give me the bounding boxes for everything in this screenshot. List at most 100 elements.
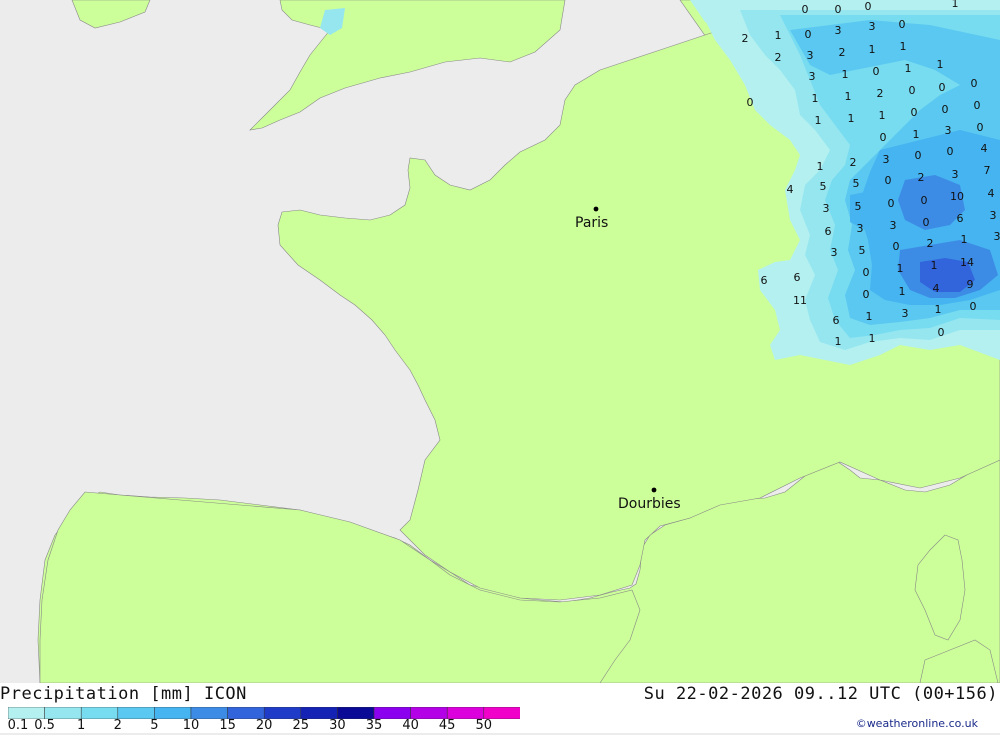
precip-value: 3 [990, 209, 997, 222]
precip-value: 1 [869, 43, 876, 56]
precip-value: 1 [842, 68, 849, 81]
precip-value: 0 [893, 240, 900, 253]
precip-value: 3 [945, 124, 952, 137]
precip-value: 0 [971, 77, 978, 90]
precip-value: 2 [850, 156, 857, 169]
precip-value: 0 [802, 3, 809, 16]
precip-value: 2 [918, 171, 925, 184]
precip-value: 1 [845, 90, 852, 103]
precip-value: 0 [939, 81, 946, 94]
precip-value: 0 [977, 121, 984, 134]
precip-value: 14 [960, 256, 974, 269]
precip-value: 1 [817, 160, 824, 173]
legend-tick-label: 10 [183, 719, 200, 733]
precip-value: 3 [952, 168, 959, 181]
legend-tick-label: 15 [219, 719, 236, 733]
precip-value: 3 [807, 49, 814, 62]
precip-value: 1 [897, 262, 904, 275]
precip-value: 3 [857, 222, 864, 235]
precip-value: 3 [869, 20, 876, 33]
precip-value: 9 [967, 278, 974, 291]
precip-value: 5 [853, 177, 860, 190]
precip-value: 1 [961, 233, 968, 246]
precip-value: 4 [988, 187, 995, 200]
precip-value: 0 [835, 3, 842, 16]
forecast-timestamp: Su 22-02-2026 09..12 UTC (00+156) [644, 684, 998, 704]
precip-value: 0 [805, 28, 812, 41]
precip-value: 1 [931, 259, 938, 272]
credit-link[interactable]: ©weatheronline.co.uk [856, 717, 978, 730]
precip-value: 1 [905, 62, 912, 75]
precip-value: 4 [933, 282, 940, 295]
precip-value: 1 [952, 0, 959, 10]
precip-value: 1 [815, 114, 822, 127]
precip-value: 1 [848, 112, 855, 125]
precip-value: 2 [742, 32, 749, 45]
precip-value: 0 [747, 96, 754, 109]
legend-tick-label: 0.5 [34, 719, 55, 733]
precip-value: 6 [794, 271, 801, 284]
precip-value: 0 [970, 300, 977, 313]
legend-tick-label: 50 [476, 719, 493, 733]
legend-tick-label: 2 [114, 719, 122, 733]
precip-value: 0 [974, 99, 981, 112]
precip-value: 10 [950, 190, 964, 203]
precip-value: 2 [839, 46, 846, 59]
map-footer: Precipitation [mm] ICON Su 22-02-2026 09… [0, 683, 1000, 733]
precip-value: 0 [888, 197, 895, 210]
legend-tick-label: 40 [402, 719, 419, 733]
precip-value: 3 [831, 246, 838, 259]
precip-value: 11 [793, 294, 807, 307]
precip-value: 3 [823, 202, 830, 215]
precip-value: 5 [855, 200, 862, 213]
legend-tick-label: 5 [150, 719, 158, 733]
map-title: Precipitation [mm] ICON [0, 684, 247, 704]
precip-value: 7 [984, 164, 991, 177]
precip-value: 1 [899, 285, 906, 298]
precip-value: 0 [873, 65, 880, 78]
precip-value: 0 [938, 326, 945, 339]
precip-value: 1 [937, 58, 944, 71]
city-marker-paris [594, 207, 599, 212]
precip-value: 1 [935, 303, 942, 316]
precip-value: 1 [913, 128, 920, 141]
precip-value: 0 [921, 194, 928, 207]
precip-value: 0 [923, 216, 930, 229]
city-label-paris: Paris [575, 215, 608, 231]
precip-value: 1 [869, 332, 876, 345]
legend-tick-label: 20 [256, 719, 273, 733]
precip-value: 2 [775, 51, 782, 64]
precip-value: 0 [909, 84, 916, 97]
precip-value: 0 [899, 18, 906, 31]
precip-value: 5 [820, 180, 827, 193]
precip-value: 0 [863, 288, 870, 301]
precip-value: 6 [957, 212, 964, 225]
precip-value: 0 [865, 0, 872, 13]
precip-value: 4 [787, 183, 794, 196]
precip-value: 0 [911, 106, 918, 119]
legend-swatch [118, 707, 155, 719]
legend-tick-label: 1 [77, 719, 85, 733]
precip-value: 0 [947, 145, 954, 158]
precip-value: 4 [981, 142, 988, 155]
precip-value: 2 [877, 87, 884, 100]
precip-value: 0 [942, 103, 949, 116]
precip-value: 6 [833, 314, 840, 327]
legend-tick-label: 25 [293, 719, 310, 733]
precip-value: 0 [880, 131, 887, 144]
precipitation-map: Paris Dourbies 0001210330232113101101120… [0, 0, 1000, 683]
precip-value: 3 [994, 230, 1000, 243]
city-marker-dourbies [652, 488, 657, 493]
legend-tick-label: 30 [329, 719, 346, 733]
precip-value: 0 [863, 266, 870, 279]
precip-value: 1 [812, 92, 819, 105]
precip-value: 6 [825, 225, 832, 238]
precip-value: 5 [859, 244, 866, 257]
legend-swatch [81, 707, 118, 719]
city-label-dourbies: Dourbies [618, 496, 681, 512]
legend-tick-label: 45 [439, 719, 456, 733]
precip-value: 1 [866, 310, 873, 323]
precip-value: 3 [890, 219, 897, 232]
precip-value: 1 [835, 335, 842, 348]
precip-value: 2 [927, 237, 934, 250]
